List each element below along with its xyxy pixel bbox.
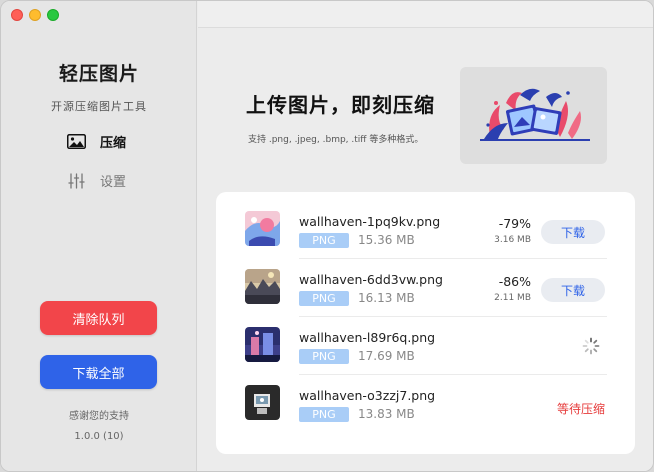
sidebar-item-settings[interactable]: 设置 bbox=[67, 171, 126, 190]
loading-spinner-icon bbox=[582, 337, 600, 359]
image-icon bbox=[67, 134, 86, 149]
file-type-badge: PNG bbox=[299, 349, 349, 364]
queue-list: wallhaven-1pq9kv.png PNG 15.36 MB -79% 3… bbox=[216, 192, 635, 454]
upload-hint: 支持 .png, .jpeg, .bmp, .tiff 等多种格式。 bbox=[248, 135, 424, 145]
file-name: wallhaven-l89r6q.png bbox=[299, 330, 436, 345]
window-controls bbox=[11, 9, 59, 21]
file-name: wallhaven-6dd3vw.png bbox=[299, 272, 443, 287]
clear-queue-button[interactable]: 清除队列 bbox=[40, 301, 157, 335]
file-type-badge: PNG bbox=[299, 291, 349, 306]
app-window: 轻压图片 开源压缩图片工具 压缩 设置 清除队列 下载全部 感谢您的支持 1.0… bbox=[0, 0, 654, 472]
upload-illustration[interactable] bbox=[460, 67, 607, 164]
waiting-status: 等待压缩 bbox=[556, 402, 605, 416]
file-size: 13.83 MB bbox=[358, 407, 415, 421]
compressed-size: 3.16 MB bbox=[494, 235, 531, 245]
upload-title[interactable]: 上传图片，即刻压缩 bbox=[246, 89, 435, 118]
file-name: wallhaven-1pq9kv.png bbox=[299, 214, 441, 229]
queue-row[interactable]: wallhaven-l89r6q.png PNG 17.69 MB bbox=[216, 308, 635, 375]
file-type-badge: PNG bbox=[299, 233, 349, 248]
download-button[interactable]: 下载 bbox=[541, 220, 605, 244]
file-name: wallhaven-o3zzj7.png bbox=[299, 388, 436, 403]
zoom-window-button[interactable] bbox=[47, 9, 59, 21]
sidebar: 轻压图片 开源压缩图片工具 压缩 设置 清除队列 下载全部 感谢您的支持 1.0… bbox=[1, 1, 197, 471]
version-text: 1.0.0 (10) bbox=[74, 431, 124, 442]
download-button[interactable]: 下载 bbox=[541, 278, 605, 302]
app-subtitle: 开源压缩图片工具 bbox=[51, 100, 147, 113]
thumbnail bbox=[245, 327, 280, 362]
thumbnail bbox=[245, 269, 280, 304]
file-type-badge: PNG bbox=[299, 407, 349, 422]
file-size: 15.36 MB bbox=[358, 233, 415, 247]
file-size: 17.69 MB bbox=[358, 349, 415, 363]
download-all-button[interactable]: 下载全部 bbox=[40, 355, 157, 389]
compressed-size: 2.11 MB bbox=[494, 293, 531, 303]
compression-percent: -86% bbox=[498, 274, 531, 289]
thanks-text: 感谢您的支持 bbox=[69, 411, 129, 422]
close-window-button[interactable] bbox=[11, 9, 23, 21]
sliders-icon bbox=[67, 172, 86, 189]
thumbnail bbox=[245, 211, 280, 246]
sidebar-item-label: 设置 bbox=[100, 175, 127, 190]
file-size: 16.13 MB bbox=[358, 291, 415, 305]
app-title: 轻压图片 bbox=[58, 63, 139, 85]
compression-percent: -79% bbox=[498, 216, 531, 231]
thumbnail bbox=[245, 385, 280, 420]
titlebar bbox=[198, 1, 653, 28]
queue-row[interactable]: wallhaven-1pq9kv.png PNG 15.36 MB -79% 3… bbox=[216, 192, 635, 259]
sidebar-item-label: 压缩 bbox=[100, 136, 127, 151]
queue-row[interactable]: wallhaven-6dd3vw.png PNG 16.13 MB -86% 2… bbox=[216, 250, 635, 317]
sidebar-item-compress[interactable]: 压缩 bbox=[67, 132, 126, 151]
queue-row[interactable]: wallhaven-o3zzj7.png PNG 13.83 MB 等待压缩 bbox=[216, 366, 635, 424]
minimize-window-button[interactable] bbox=[29, 9, 41, 21]
main-panel: 上传图片，即刻压缩 支持 .png, .jpeg, .bmp, .tiff 等多… bbox=[198, 1, 653, 471]
